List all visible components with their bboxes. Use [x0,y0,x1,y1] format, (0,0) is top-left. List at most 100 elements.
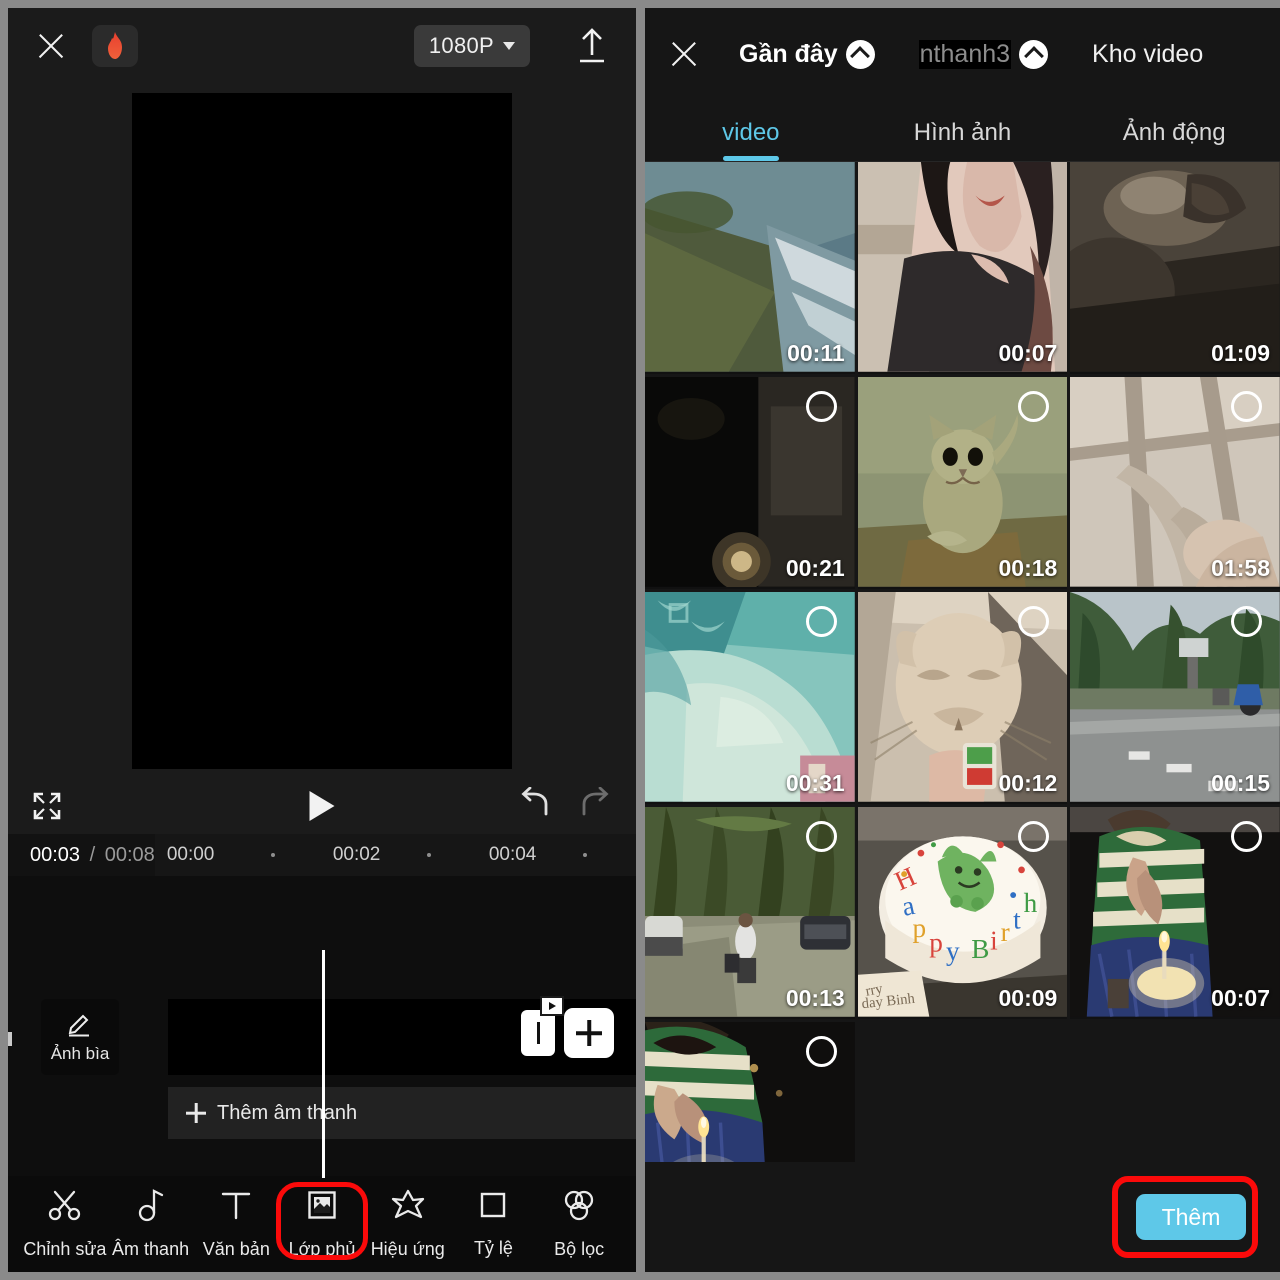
ruler-tick-label: 00:02 [332,844,381,865]
picker-footer: Thêm [645,1162,1280,1272]
media-type-tabs: video Hình ảnh Ảnh động [645,100,1280,162]
selection-circle[interactable] [1231,606,1262,637]
add-media-button[interactable]: Thêm [1136,1194,1246,1240]
cover-image-button[interactable]: Ảnh bìa [41,999,119,1075]
svg-text:t: t [1013,905,1021,935]
media-duration: 00:12 [998,770,1058,796]
video-editor-panel: 1080P 00:03 / 00:08 00:00 00:02 00:04 Ản… [8,8,636,1272]
timeline-tracks[interactable]: Ảnh bìa Thêm âm thanh [8,876,636,1178]
media-grid-empty-cell [1070,1022,1280,1162]
preview-area [8,84,636,778]
svg-text:p: p [929,928,943,958]
toolbar-label: Văn bản [202,1239,270,1259]
tab-label: Ảnh động [1122,119,1226,146]
square-ratio-icon [477,1189,509,1226]
toolbar-item-lop-phu[interactable]: Lớp phủ [276,1182,369,1260]
svg-text:p: p [912,913,926,943]
toolbar-item-bo-loc[interactable]: Bộ lọc [536,1182,622,1260]
media-picker-panel: Gần đây nthanh3 Kho video video Hình ảnh [645,8,1280,1272]
toolbar-item-van-ban[interactable]: Văn bản [193,1182,279,1260]
media-item[interactable]: 00:15 [645,1022,855,1162]
media-item[interactable]: 00:12 [857,592,1068,804]
toolbar-label: Bộ lọc [554,1239,605,1259]
toolbar-item-hieu-ung[interactable]: Hiệu ứng [365,1182,451,1260]
media-duration: 00:21 [785,555,845,581]
media-item[interactable]: 00:13 [645,807,855,1019]
upload-icon[interactable] [570,24,614,68]
timeline-rows: Ảnh bìa Thêm âm thanh [8,932,636,1178]
expand-icon[interactable] [32,791,62,821]
ruler-tick-dot [426,853,431,857]
media-grid-empty-cell [857,1022,1068,1162]
resolution-value: 1080P [428,33,494,58]
clip-end-controls [521,996,614,1058]
media-duration: 00:15 [1211,770,1270,796]
tab-video[interactable]: video [645,119,857,161]
add-audio-track[interactable]: Thêm âm thanh [168,1087,636,1139]
playhead[interactable] [322,950,325,1178]
tab-gifs[interactable]: Ảnh động [1068,119,1280,161]
media-item[interactable]: 00:07 [1070,807,1280,1019]
video-preview-canvas[interactable] [132,93,512,769]
source-label: Kho video [1092,39,1204,68]
source-tab-album[interactable]: nthanh3 [918,39,1049,69]
ruler-tick-label: 00:04 [488,844,537,865]
media-item[interactable]: 01:58 [1070,377,1280,589]
media-duration: 01:58 [1211,555,1270,581]
media-item[interactable]: 00:15 [1070,592,1280,804]
media-grid[interactable]: 00:11 00:07 01:09 00:21 00:18 01:58 00:3… [645,162,1280,1162]
clip-trim-handle[interactable] [521,996,564,1056]
source-tab-stock[interactable]: Kho video [1092,40,1203,69]
media-duration: 00:18 [998,555,1058,581]
source-tabs: Gần đây nthanh3 Kho video [739,39,1247,69]
selection-circle[interactable] [805,1036,837,1067]
play-icon[interactable] [309,791,335,821]
toolbar-label: Tỷ lệ [473,1238,513,1258]
media-item[interactable]: 00:18 [857,377,1068,589]
media-item[interactable]: 01:09 [1070,162,1280,374]
current-time: 00:03 [30,843,81,866]
media-duration: 00:31 [785,770,845,796]
media-item[interactable]: 00:31 [645,592,855,804]
add-media-label: Thêm [1161,1203,1221,1230]
flame-icon[interactable] [92,25,138,67]
text-t-icon [219,1188,253,1227]
toolbar-item-am-thanh[interactable]: Âm thanh [108,1182,194,1260]
svg-text:h: h [1023,888,1037,918]
media-item[interactable]: H a p p y B i r t h rry day Binh 00:09 [857,807,1068,1019]
toolbar-item-chinh-sua[interactable]: Chỉnh sửa [22,1182,108,1260]
chevron-up-icon[interactable] [1019,39,1049,69]
media-item[interactable]: 00:11 [645,162,855,374]
ruler-ticks[interactable]: 00:00 00:02 00:04 00:0 [154,834,636,876]
svg-text:i: i [990,926,998,956]
add-clip-button[interactable] [564,1008,614,1058]
selection-circle[interactable] [1231,821,1262,852]
time-separator: / [89,843,96,866]
toolbar-item-ty-le[interactable]: Tỷ lệ [451,1183,537,1259]
selection-circle[interactable] [1231,391,1262,422]
toolbar-label: Âm thanh [112,1239,190,1259]
editor-toolbar: Chỉnh sửa Âm thanh Văn bản Lớp phủ Hiệu … [8,1176,636,1272]
selection-circle[interactable] [805,821,837,852]
tab-images[interactable]: Hình ảnh [857,119,1069,161]
overlay-image-icon [305,1188,339,1227]
selection-circle[interactable] [805,606,837,637]
history-controls [516,786,614,826]
source-label: nthanh3 [918,39,1012,69]
media-duration: 00:07 [998,340,1058,366]
add-audio-label: Thêm âm thanh [217,1101,358,1124]
chevron-up-icon[interactable] [845,39,875,69]
undo-icon[interactable] [516,786,554,826]
selection-circle[interactable] [805,391,837,422]
source-tab-recent[interactable]: Gần đây [739,39,875,69]
svg-text:r: r [1000,917,1009,947]
close-icon[interactable] [667,37,701,71]
media-duration: 01:09 [1211,340,1270,366]
ruler-tick-label: 00:00 [166,844,215,865]
media-item[interactable]: 00:21 [645,377,855,589]
resolution-selector[interactable]: 1080P [413,25,530,67]
media-item[interactable]: 00:07 [857,162,1068,374]
close-icon[interactable] [34,29,68,63]
redo-icon[interactable] [576,786,614,826]
sparkle-star-icon [390,1188,426,1227]
